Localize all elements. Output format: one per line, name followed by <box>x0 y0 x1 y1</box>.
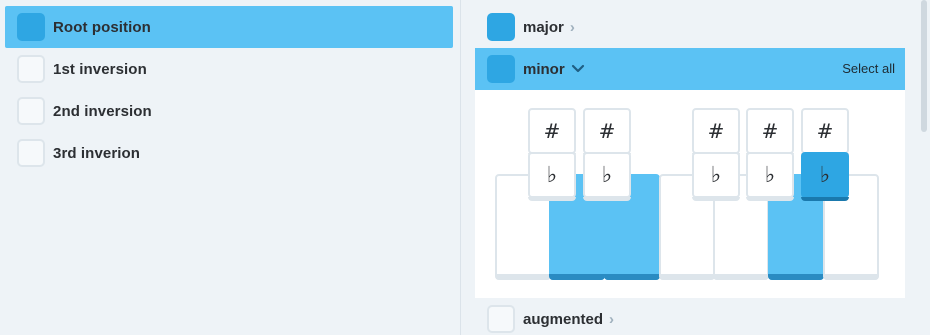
chevron-right-icon[interactable]: › <box>570 19 575 36</box>
inversion-label: 2nd inversion <box>53 102 152 120</box>
sharp-icon: # <box>707 119 725 143</box>
inversion-option-root[interactable]: Root position <box>5 6 453 48</box>
sharp-icon: # <box>816 119 834 143</box>
root-note-keyboard-panel: # # # # # ♭ ♭ ♭ ♭ ♭ <box>475 90 905 298</box>
inversion-option-3rd[interactable]: 3rd inverion <box>5 132 453 174</box>
sharp-icon: # <box>598 119 616 143</box>
sharp-icon: # <box>543 119 561 143</box>
sharp-button[interactable]: # <box>746 108 794 157</box>
scroll-thumb[interactable] <box>921 0 927 132</box>
flat-icon: ♭ <box>546 162 558 188</box>
quality-panel: major › minor Select all # # # # # ♭ ♭ ♭… <box>467 0 917 335</box>
inversion-panel: Root position 1st inversion 2nd inversio… <box>0 0 461 335</box>
inversion-label: 1st inversion <box>53 60 147 78</box>
checkbox[interactable] <box>17 139 45 167</box>
flat-icon: ♭ <box>819 162 831 188</box>
quality-option-augmented[interactable]: augmented › <box>475 298 905 335</box>
quality-label: major <box>523 18 564 36</box>
quality-option-minor[interactable]: minor Select all <box>475 48 905 90</box>
inversion-label: 3rd inverion <box>53 144 141 162</box>
flat-icon: ♭ <box>601 162 613 188</box>
scrollbar[interactable] <box>917 0 930 335</box>
checkbox[interactable] <box>17 13 45 41</box>
sharp-button[interactable]: # <box>692 108 740 157</box>
inversion-label: Root position <box>53 18 151 36</box>
flat-button[interactable]: ♭ <box>528 152 576 201</box>
flat-icon: ♭ <box>764 162 776 188</box>
sharp-icon: # <box>761 119 779 143</box>
flat-button[interactable]: ♭ <box>692 152 740 201</box>
quality-option-major[interactable]: major › <box>475 6 905 48</box>
inversion-option-1st[interactable]: 1st inversion <box>5 48 453 90</box>
flat-button[interactable]: ♭ <box>583 152 631 201</box>
checkbox[interactable] <box>17 55 45 83</box>
sharp-button[interactable]: # <box>528 108 576 157</box>
flat-button[interactable]: ♭ <box>746 152 794 201</box>
checkbox[interactable] <box>17 97 45 125</box>
checkbox[interactable] <box>487 305 515 333</box>
sharp-button[interactable]: # <box>801 108 849 157</box>
checkbox[interactable] <box>487 13 515 41</box>
flat-icon: ♭ <box>710 162 722 188</box>
chevron-right-icon[interactable]: › <box>609 311 614 328</box>
sharp-button[interactable]: # <box>583 108 631 157</box>
checkbox[interactable] <box>487 55 515 83</box>
quality-label: augmented <box>523 310 604 328</box>
inversion-option-2nd[interactable]: 2nd inversion <box>5 90 453 132</box>
chevron-down-icon[interactable] <box>571 61 585 78</box>
select-all-link[interactable]: Select all <box>842 48 895 90</box>
flat-button-selected[interactable]: ♭ <box>801 152 849 201</box>
quality-label: minor <box>523 60 565 78</box>
